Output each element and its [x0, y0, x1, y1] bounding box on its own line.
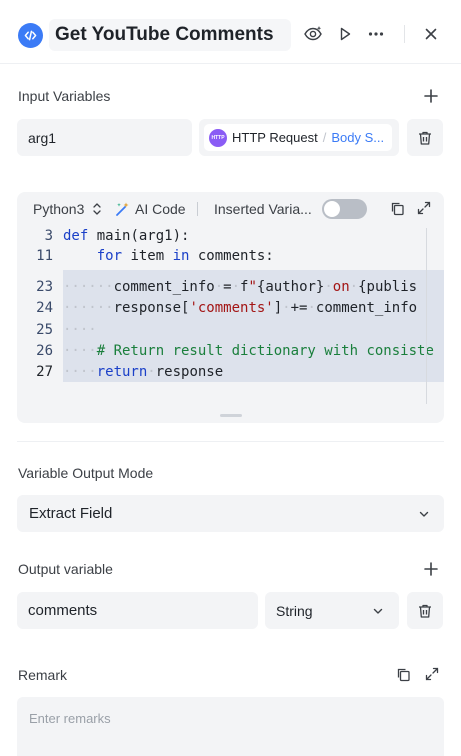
play-icon[interactable] — [335, 24, 355, 44]
sticky-line-number: 3 — [44, 228, 53, 244]
sticky-code-line[interactable]: def main(arg1): — [63, 228, 189, 244]
variable-reference-chip[interactable]: HTTP HTTP Request / Body S... — [204, 124, 392, 151]
ai-wand-icon — [116, 202, 129, 216]
path-separator: / — [322, 130, 327, 145]
output-mode-select[interactable]: Extract Field — [17, 495, 444, 532]
delete-input-variable-button[interactable] — [407, 119, 443, 156]
trash-icon — [419, 604, 431, 618]
output-variable-name-field[interactable]: comments — [17, 592, 258, 629]
chevron-down-icon — [373, 608, 383, 614]
eye-sparkle-icon[interactable] — [303, 24, 323, 44]
add-input-variable-icon[interactable] — [423, 88, 439, 104]
code-node-icon — [18, 23, 43, 48]
output-variable-name: comments — [28, 602, 98, 619]
editor-scrollbar[interactable] — [426, 228, 427, 404]
code-line: ····# Return result dictionary with cons… — [63, 343, 434, 359]
line-number: 23 — [36, 279, 53, 295]
language-label: Python3 — [33, 201, 85, 217]
output-type-value: String — [276, 602, 313, 619]
http-request-icon: HTTP — [209, 128, 227, 147]
output-mode-label: Variable Output Mode — [18, 465, 154, 481]
copy-remark-icon[interactable] — [396, 667, 411, 687]
sticky-code-line[interactable]: for item in comments: — [63, 248, 274, 264]
chevron-down-icon — [419, 511, 429, 517]
inserted-variables-toggle[interactable] — [322, 199, 367, 219]
remark-placeholder: Enter remarks — [29, 711, 111, 726]
code-line: ······response['comments']·+=·comment_in… — [63, 300, 418, 316]
input-variables-label: Input Variables — [18, 88, 111, 104]
source-field-name: Body S... — [331, 130, 385, 145]
node-header: Get YouTube Comments — [0, 0, 461, 64]
add-output-variable-icon[interactable] — [423, 561, 439, 577]
code-editor[interactable]: 22 ······# Concatenate information 23 ··… — [17, 228, 444, 423]
code-line: ···· — [63, 322, 97, 338]
line-number: 24 — [36, 300, 53, 316]
delete-output-variable-button[interactable] — [407, 592, 443, 629]
output-variable-label: Output variable — [18, 561, 113, 577]
language-select[interactable]: Python3 — [33, 201, 102, 217]
copy-code-icon[interactable] — [390, 201, 405, 219]
header-divider — [404, 25, 405, 43]
code-line: ······comment_info·=·f"{author}·on·{publ… — [63, 279, 418, 295]
ai-code-label: AI Code — [135, 201, 186, 217]
toolbar-separator — [197, 202, 198, 216]
variable-reference-selector[interactable]: HTTP HTTP Request / Body S... — [199, 119, 399, 156]
line-number: 27 — [36, 364, 53, 380]
remark-textarea[interactable]: Enter remarks — [17, 697, 444, 756]
input-variable-name-field[interactable]: arg1 — [17, 119, 192, 156]
ai-code-button[interactable]: AI Code — [115, 201, 186, 217]
sticky-line-number: 11 — [36, 248, 53, 264]
node-title: Get YouTube Comments — [55, 24, 274, 45]
chevron-updown-icon — [93, 203, 102, 215]
source-node-name: HTTP Request — [232, 130, 318, 145]
expand-editor-icon[interactable] — [417, 201, 431, 218]
node-title-input[interactable]: Get YouTube Comments — [49, 19, 291, 51]
line-number: 26 — [36, 343, 53, 359]
code-toolbar: Python3 AI Code Inserted Varia... — [17, 192, 444, 226]
line-number: 25 — [36, 322, 53, 338]
section-divider — [17, 441, 444, 442]
code-line: ····return·response — [63, 364, 224, 380]
remark-label: Remark — [18, 667, 68, 683]
output-mode-value: Extract Field — [29, 505, 113, 522]
expand-remark-icon[interactable] — [425, 667, 439, 686]
code-editor-panel: Python3 AI Code Inserted Varia... 22 ···… — [17, 192, 444, 423]
toggle-knob — [324, 201, 340, 217]
trash-icon — [419, 131, 431, 145]
more-icon[interactable] — [366, 24, 386, 44]
inserted-variables-label: Inserted Varia... — [214, 201, 312, 217]
editor-resize-handle[interactable] — [220, 414, 242, 417]
input-variable-name: arg1 — [28, 129, 57, 146]
close-icon[interactable] — [421, 24, 441, 44]
output-type-select[interactable]: String — [265, 592, 399, 629]
